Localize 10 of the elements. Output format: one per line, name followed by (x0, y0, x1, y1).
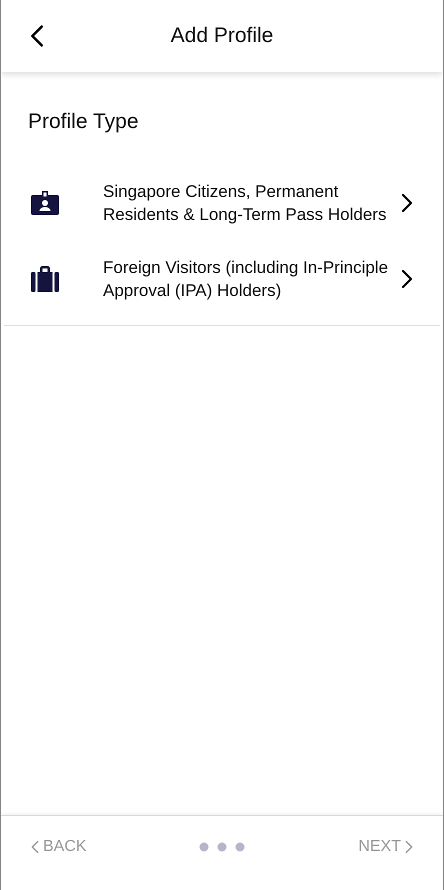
chevron-right-icon (405, 840, 413, 854)
back-icon (30, 24, 44, 48)
chevron-right-icon (401, 192, 413, 212)
id-badge-icon (31, 190, 59, 214)
chevron-right-icon (401, 268, 413, 288)
page-title: Add Profile (170, 23, 274, 50)
chevron-left-icon (31, 840, 39, 854)
page-dots-icon (199, 842, 246, 852)
section-title: Profile Type (28, 109, 139, 135)
suitcase-icon (31, 266, 59, 292)
